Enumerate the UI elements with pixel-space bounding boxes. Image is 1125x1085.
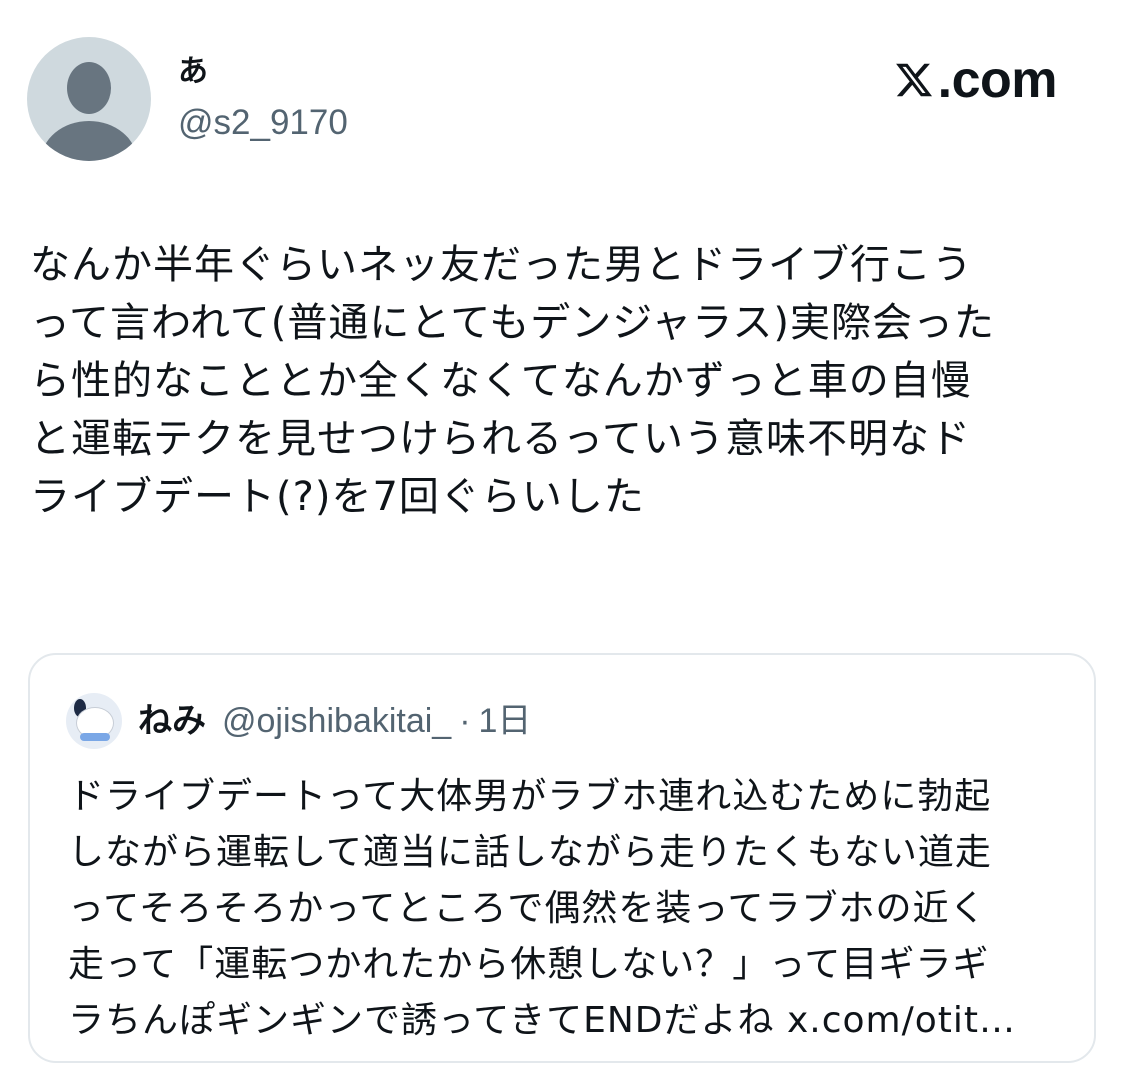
quoted-tweet-header: ねみ @ojishibakitai_ · 1日	[138, 697, 531, 745]
quoted-author-handle[interactable]: @ojishibakitai_	[222, 697, 451, 745]
author-avatar[interactable]	[27, 37, 151, 161]
quoted-author-name[interactable]: ねみ	[138, 697, 206, 745]
x-logo-icon	[895, 63, 932, 97]
default-profile-icon	[67, 62, 111, 114]
quoted-tweet-time[interactable]: 1日	[479, 697, 532, 745]
tweet-text: なんか半年ぐらいネッ友だった男とドライブ行こう って言われて(普通にとてもデンジ…	[30, 242, 996, 520]
author-handle[interactable]: @s2_9170	[178, 100, 348, 146]
quoted-author-avatar[interactable]	[66, 693, 122, 749]
author-display-name[interactable]: あ	[178, 52, 208, 92]
quoted-tweet-card[interactable]: ねみ @ojishibakitai_ · 1日 ドライブデートって大体男がラブホ…	[28, 653, 1096, 1063]
x-brand: .com	[894, 50, 1058, 110]
brand-text: .com	[937, 51, 1058, 109]
quoted-tweet-text: ドライブデートって大体男がラブホ連れ込むために勃起 しながら運転して適当に話しな…	[68, 776, 1016, 1041]
separator-dot: ·	[459, 702, 471, 740]
